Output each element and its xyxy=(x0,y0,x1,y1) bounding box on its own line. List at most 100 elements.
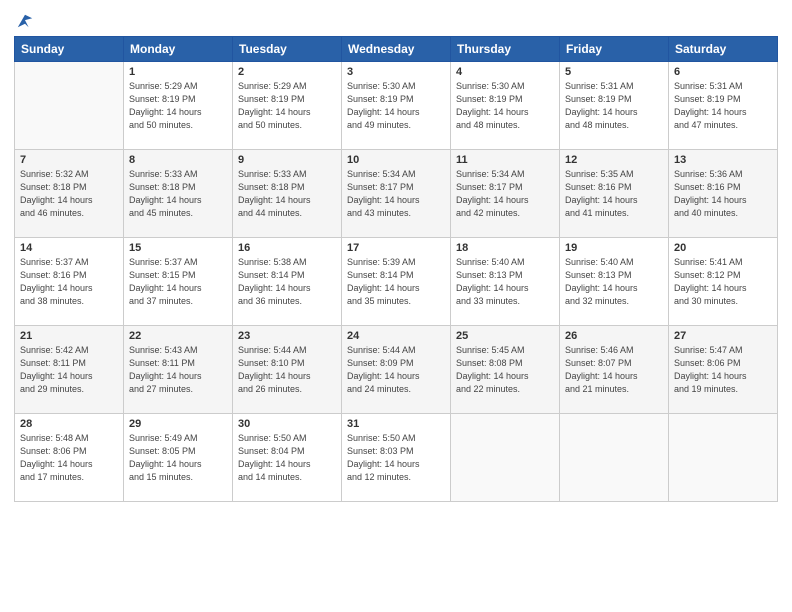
calendar: SundayMondayTuesdayWednesdayThursdayFrid… xyxy=(14,36,778,502)
calendar-cell: 4 Sunrise: 5:30 AM Sunset: 8:19 PM Daylig… xyxy=(451,62,560,150)
day-number: 22 xyxy=(129,330,227,342)
day-info: Sunrise: 5:43 AM Sunset: 8:11 PM Dayligh… xyxy=(129,344,227,396)
day-info: Sunrise: 5:29 AM Sunset: 8:19 PM Dayligh… xyxy=(238,80,336,132)
day-number: 19 xyxy=(565,242,663,254)
day-info: Sunrise: 5:35 AM Sunset: 8:16 PM Dayligh… xyxy=(565,168,663,220)
day-info: Sunrise: 5:40 AM Sunset: 8:13 PM Dayligh… xyxy=(565,256,663,308)
day-info: Sunrise: 5:38 AM Sunset: 8:14 PM Dayligh… xyxy=(238,256,336,308)
day-number: 5 xyxy=(565,66,663,78)
calendar-cell: 24Sunrise: 5:44 AM Sunset: 8:09 PM Dayli… xyxy=(342,326,451,414)
day-number: 1 xyxy=(129,66,227,78)
day-number: 27 xyxy=(674,330,772,342)
week-row-3: 14 Sunrise: 5:37 AM Sunset: 8:16 PM Dayli… xyxy=(15,238,778,326)
day-number: 24 xyxy=(347,330,445,342)
day-info: Sunrise: 5:49 AM Sunset: 8:05 PM Dayligh… xyxy=(129,432,227,484)
day-number: 3 xyxy=(347,66,445,78)
day-number: 25 xyxy=(456,330,554,342)
weekday-header-monday: Monday xyxy=(124,37,233,62)
calendar-cell: 1 Sunrise: 5:29 AM Sunset: 8:19 PM Daylig… xyxy=(124,62,233,150)
day-info: Sunrise: 5:37 AM Sunset: 8:16 PM Dayligh… xyxy=(20,256,118,308)
day-number: 23 xyxy=(238,330,336,342)
week-row-1: 1 Sunrise: 5:29 AM Sunset: 8:19 PM Daylig… xyxy=(15,62,778,150)
weekday-header-saturday: Saturday xyxy=(669,37,778,62)
day-number: 15 xyxy=(129,242,227,254)
weekday-header-wednesday: Wednesday xyxy=(342,37,451,62)
weekday-header-row: SundayMondayTuesdayWednesdayThursdayFrid… xyxy=(15,37,778,62)
calendar-cell: 6 Sunrise: 5:31 AM Sunset: 8:19 PM Daylig… xyxy=(669,62,778,150)
day-number: 20 xyxy=(674,242,772,254)
calendar-cell: 11 Sunrise: 5:34 AM Sunset: 8:17 PM Dayli… xyxy=(451,150,560,238)
day-info: Sunrise: 5:30 AM Sunset: 8:19 PM Dayligh… xyxy=(347,80,445,132)
day-number: 9 xyxy=(238,154,336,166)
day-info: Sunrise: 5:50 AM Sunset: 8:03 PM Dayligh… xyxy=(347,432,445,484)
day-number: 6 xyxy=(674,66,772,78)
day-info: Sunrise: 5:33 AM Sunset: 8:18 PM Dayligh… xyxy=(238,168,336,220)
calendar-cell: 3 Sunrise: 5:30 AM Sunset: 8:19 PM Daylig… xyxy=(342,62,451,150)
day-number: 10 xyxy=(347,154,445,166)
calendar-cell: 14 Sunrise: 5:37 AM Sunset: 8:16 PM Dayli… xyxy=(15,238,124,326)
weekday-header-friday: Friday xyxy=(560,37,669,62)
day-info: Sunrise: 5:32 AM Sunset: 8:18 PM Dayligh… xyxy=(20,168,118,220)
day-info: Sunrise: 5:46 AM Sunset: 8:07 PM Dayligh… xyxy=(565,344,663,396)
weekday-header-tuesday: Tuesday xyxy=(233,37,342,62)
calendar-cell: 21 Sunrise: 5:42 AM Sunset: 8:11 PM Dayli… xyxy=(15,326,124,414)
day-number: 13 xyxy=(674,154,772,166)
day-number: 12 xyxy=(565,154,663,166)
calendar-cell: 15 Sunrise: 5:37 AM Sunset: 8:15 PM Dayli… xyxy=(124,238,233,326)
calendar-cell xyxy=(15,62,124,150)
day-number: 21 xyxy=(20,330,118,342)
day-info: Sunrise: 5:29 AM Sunset: 8:19 PM Dayligh… xyxy=(129,80,227,132)
day-info: Sunrise: 5:34 AM Sunset: 8:17 PM Dayligh… xyxy=(347,168,445,220)
day-info: Sunrise: 5:37 AM Sunset: 8:15 PM Dayligh… xyxy=(129,256,227,308)
calendar-cell: 29 Sunrise: 5:49 AM Sunset: 8:05 PM Dayli… xyxy=(124,414,233,502)
logo-bird-icon xyxy=(16,10,34,32)
calendar-cell: 23 Sunrise: 5:44 AM Sunset: 8:10 PM Dayli… xyxy=(233,326,342,414)
day-info: Sunrise: 5:31 AM Sunset: 8:19 PM Dayligh… xyxy=(674,80,772,132)
day-number: 30 xyxy=(238,418,336,430)
calendar-cell xyxy=(560,414,669,502)
day-info: Sunrise: 5:44 AM Sunset: 8:10 PM Dayligh… xyxy=(238,344,336,396)
day-number: 2 xyxy=(238,66,336,78)
day-info: Sunrise: 5:42 AM Sunset: 8:11 PM Dayligh… xyxy=(20,344,118,396)
weekday-header-sunday: Sunday xyxy=(15,37,124,62)
calendar-cell: 20 Sunrise: 5:41 AM Sunset: 8:12 PM Dayli… xyxy=(669,238,778,326)
day-info: Sunrise: 5:36 AM Sunset: 8:16 PM Dayligh… xyxy=(674,168,772,220)
calendar-cell: 5Sunrise: 5:31 AM Sunset: 8:19 PM Daylig… xyxy=(560,62,669,150)
day-number: 26 xyxy=(565,330,663,342)
calendar-cell xyxy=(451,414,560,502)
day-number: 14 xyxy=(20,242,118,254)
calendar-cell: 22 Sunrise: 5:43 AM Sunset: 8:11 PM Dayli… xyxy=(124,326,233,414)
calendar-cell: 7 Sunrise: 5:32 AM Sunset: 8:18 PM Daylig… xyxy=(15,150,124,238)
day-info: Sunrise: 5:34 AM Sunset: 8:17 PM Dayligh… xyxy=(456,168,554,220)
weekday-header-thursday: Thursday xyxy=(451,37,560,62)
day-info: Sunrise: 5:30 AM Sunset: 8:19 PM Dayligh… xyxy=(456,80,554,132)
day-number: 31 xyxy=(347,418,445,430)
calendar-cell: 31 Sunrise: 5:50 AM Sunset: 8:03 PM Dayli… xyxy=(342,414,451,502)
calendar-cell: 8Sunrise: 5:33 AM Sunset: 8:18 PM Daylig… xyxy=(124,150,233,238)
day-number: 28 xyxy=(20,418,118,430)
day-info: Sunrise: 5:41 AM Sunset: 8:12 PM Dayligh… xyxy=(674,256,772,308)
day-number: 4 xyxy=(456,66,554,78)
calendar-cell: 9 Sunrise: 5:33 AM Sunset: 8:18 PM Daylig… xyxy=(233,150,342,238)
week-row-5: 28Sunrise: 5:48 AM Sunset: 8:06 PM Dayli… xyxy=(15,414,778,502)
logo xyxy=(14,10,34,28)
calendar-cell: 28Sunrise: 5:48 AM Sunset: 8:06 PM Dayli… xyxy=(15,414,124,502)
header xyxy=(14,10,778,28)
calendar-cell: 16Sunrise: 5:38 AM Sunset: 8:14 PM Dayli… xyxy=(233,238,342,326)
page: SundayMondayTuesdayWednesdayThursdayFrid… xyxy=(0,0,792,612)
day-info: Sunrise: 5:45 AM Sunset: 8:08 PM Dayligh… xyxy=(456,344,554,396)
calendar-cell xyxy=(669,414,778,502)
day-number: 29 xyxy=(129,418,227,430)
day-number: 8 xyxy=(129,154,227,166)
calendar-cell: 26 Sunrise: 5:46 AM Sunset: 8:07 PM Dayli… xyxy=(560,326,669,414)
day-number: 18 xyxy=(456,242,554,254)
day-number: 7 xyxy=(20,154,118,166)
calendar-cell: 17 Sunrise: 5:39 AM Sunset: 8:14 PM Dayli… xyxy=(342,238,451,326)
calendar-cell: 30 Sunrise: 5:50 AM Sunset: 8:04 PM Dayli… xyxy=(233,414,342,502)
calendar-cell: 25 Sunrise: 5:45 AM Sunset: 8:08 PM Dayli… xyxy=(451,326,560,414)
day-number: 11 xyxy=(456,154,554,166)
week-row-4: 21 Sunrise: 5:42 AM Sunset: 8:11 PM Dayli… xyxy=(15,326,778,414)
day-info: Sunrise: 5:50 AM Sunset: 8:04 PM Dayligh… xyxy=(238,432,336,484)
day-info: Sunrise: 5:39 AM Sunset: 8:14 PM Dayligh… xyxy=(347,256,445,308)
day-number: 17 xyxy=(347,242,445,254)
